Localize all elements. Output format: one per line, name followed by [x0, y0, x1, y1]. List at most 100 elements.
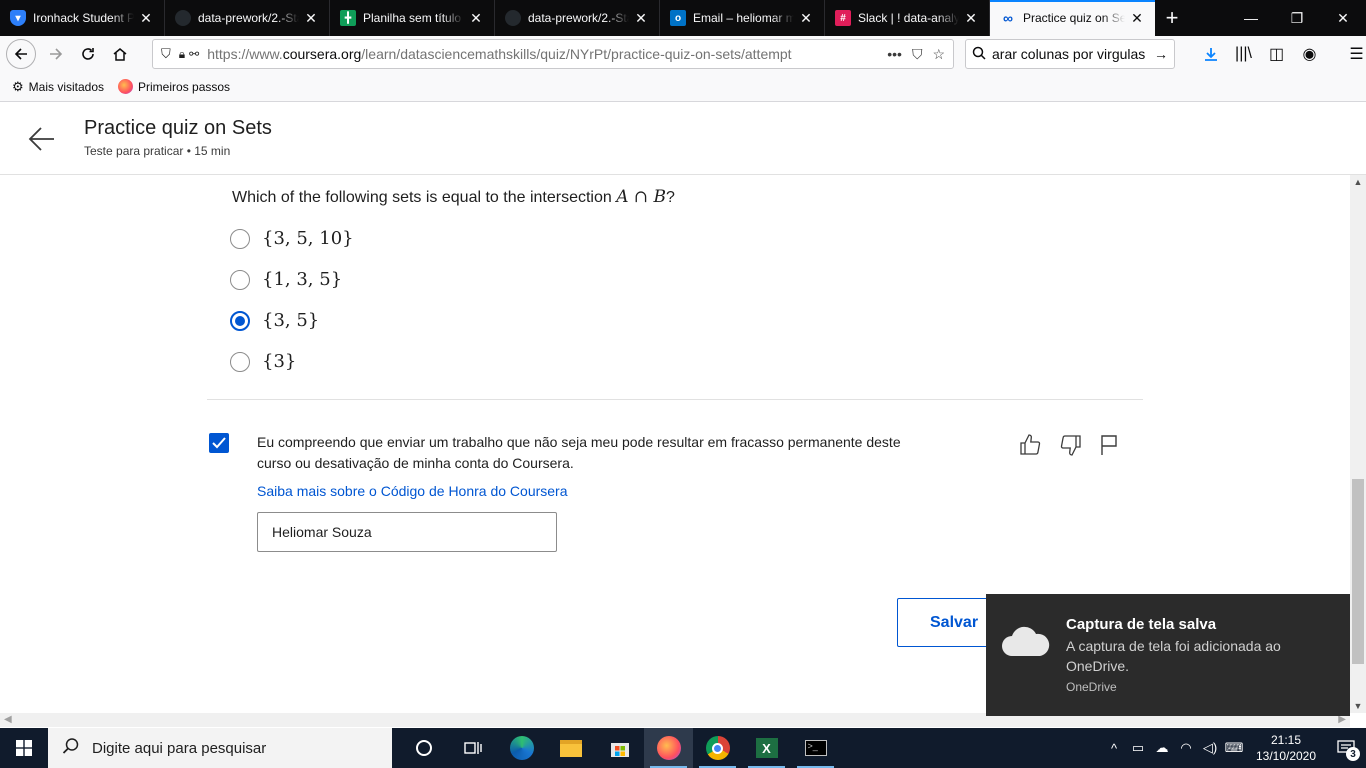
microsoft-store-icon[interactable] [595, 728, 644, 768]
sidebar-icon[interactable]: ◫ [1261, 38, 1292, 70]
wifi-icon[interactable]: ◠ [1174, 740, 1198, 756]
honor-code-text: Eu compreendo que enviar um trabalho que… [257, 434, 901, 471]
back-arrow-icon[interactable] [6, 39, 36, 69]
clock-date: 13/10/2020 [1255, 749, 1317, 763]
answer-option[interactable]: {1, 3, 5} [230, 269, 342, 290]
search-input[interactable]: arar colunas por virgulas [992, 46, 1154, 62]
radio-button[interactable] [230, 269, 250, 290]
excel-icon[interactable]: X [742, 728, 791, 768]
keyboard-icon[interactable]: ⌨ [1222, 740, 1246, 756]
search-go-arrow-icon[interactable]: → [1154, 46, 1168, 62]
browser-tab[interactable]: ▾ Ironhack Student Po ✕ [0, 0, 165, 36]
firefox-taskbar-icon[interactable] [644, 728, 693, 768]
browser-tab[interactable]: data-prework/2.-Sta ✕ [495, 0, 660, 36]
library-icon[interactable]: |||\ [1228, 38, 1259, 70]
radio-button[interactable] [230, 228, 250, 249]
url-text[interactable]: https://www.coursera.org/learn/datascien… [207, 46, 887, 62]
file-explorer-icon[interactable] [546, 728, 595, 768]
notification-toast[interactable]: Captura de tela salva A captura de tela … [986, 594, 1350, 716]
vertical-scrollbar[interactable]: ▲ ▼ [1350, 175, 1366, 713]
address-bar[interactable]: ⛉ 🔒︎ ⚯ https://www.coursera.org/learn/da… [152, 39, 954, 69]
tab-title: Ironhack Student Po [33, 11, 134, 25]
back-arrow-icon[interactable] [28, 124, 56, 154]
honor-code-link[interactable]: Saiba mais sobre o Código de Honra do Co… [257, 483, 568, 499]
bookmark-mais-visitados[interactable]: ⚙ Mais visitados [12, 79, 104, 95]
clock[interactable]: 21:15 13/10/2020 [1246, 732, 1326, 764]
scroll-up-icon[interactable]: ▲ [1350, 177, 1366, 187]
close-tab-icon[interactable]: ✕ [138, 10, 154, 27]
tab-title: Slack | ! data-analyt [858, 11, 959, 25]
coursera-infinity-icon: ∞ [1003, 10, 1013, 26]
forward-arrow-icon[interactable] [40, 38, 72, 70]
onedrive-tray-icon[interactable]: ☁ [1150, 740, 1174, 756]
search-bar[interactable]: arar colunas por virgulas → [965, 39, 1175, 69]
search-icon [972, 46, 986, 63]
task-view-icon[interactable] [448, 728, 497, 768]
reload-icon[interactable] [72, 38, 104, 70]
permissions-icon[interactable]: ⚯ [189, 47, 199, 61]
restore-icon[interactable]: ❐ [1274, 0, 1320, 36]
battery-icon[interactable]: ▭ [1126, 740, 1150, 756]
browser-tab[interactable]: # Slack | ! data-analyt ✕ [825, 0, 990, 36]
taskbar-search[interactable]: Digite aqui para pesquisar [48, 728, 392, 768]
honor-code-checkbox[interactable] [209, 433, 229, 453]
answer-option[interactable]: {3, 5, 10} [230, 228, 354, 249]
account-icon[interactable]: ◉ [1294, 38, 1325, 70]
option-label: {3, 5} [262, 310, 320, 331]
option-label: {3} [262, 351, 297, 372]
scroll-left-icon[interactable]: ◀ [4, 714, 12, 725]
download-icon[interactable] [1195, 38, 1226, 70]
notification-count-badge: 3 [1346, 747, 1360, 761]
google-sheets-icon: ╋ [340, 10, 356, 26]
shield-icon[interactable]: ⛉ [161, 46, 171, 62]
radio-button[interactable] [230, 351, 250, 372]
browser-tab[interactable]: ╋ Planilha sem título ✕ [330, 0, 495, 36]
thumbs-down-icon[interactable] [1059, 433, 1083, 457]
thumbs-up-icon[interactable] [1018, 433, 1042, 457]
system-tray: ^ ▭ ☁ ◠ ◁) ⌨ 21:15 13/10/2020 3 [1102, 728, 1366, 768]
question-text: Which of the following sets is equal to … [232, 187, 675, 207]
browser-tab[interactable]: data-prework/2.-Sta ✕ [165, 0, 330, 36]
answer-option[interactable]: {3} [230, 351, 296, 372]
lock-icon[interactable]: 🔒︎ [179, 47, 185, 62]
action-center-icon[interactable]: 3 [1326, 728, 1366, 768]
flag-icon[interactable] [1098, 433, 1122, 457]
bookmark-label: Mais visitados [28, 79, 105, 94]
minimize-icon[interactable]: — [1228, 0, 1274, 36]
pocket-icon[interactable]: ⛉ [912, 46, 923, 63]
slack-icon: # [835, 10, 851, 26]
scroll-down-icon[interactable]: ▼ [1350, 701, 1366, 711]
cortana-icon[interactable] [399, 728, 448, 768]
terminal-icon[interactable]: >_ [791, 728, 840, 768]
browser-tab[interactable]: o Email – heliomar m ✕ [660, 0, 825, 36]
close-tab-icon[interactable]: ✕ [303, 10, 319, 27]
close-tab-icon[interactable]: ✕ [633, 10, 649, 27]
question-prefix: Which of the following sets is equal to … [232, 189, 617, 206]
checkmark-icon [212, 437, 226, 449]
close-tab-icon[interactable]: ✕ [963, 10, 979, 27]
scrollbar-thumb[interactable] [1352, 479, 1364, 664]
close-tab-icon[interactable]: ✕ [1129, 10, 1145, 27]
window-controls: — ❐ ✕ [1228, 0, 1366, 36]
tab-title: Planilha sem título [363, 11, 462, 25]
close-tab-icon[interactable]: ✕ [798, 10, 814, 27]
quiz-header: Practice quiz on Sets Teste para pratica… [0, 102, 1366, 175]
windows-start-icon[interactable] [0, 728, 48, 768]
chrome-icon[interactable] [693, 728, 742, 768]
answer-option-selected[interactable]: {3, 5} [230, 310, 319, 331]
close-window-icon[interactable]: ✕ [1320, 0, 1366, 36]
signature-input[interactable]: Heliomar Souza [257, 512, 557, 552]
menu-icon[interactable]: ☰ [1341, 38, 1366, 70]
volume-icon[interactable]: ◁) [1198, 740, 1222, 756]
close-tab-icon[interactable]: ✕ [468, 10, 484, 27]
chevron-up-icon[interactable]: ^ [1102, 741, 1126, 756]
edge-icon[interactable] [497, 728, 546, 768]
bookmark-primeiros-passos[interactable]: Primeiros passos [118, 79, 230, 94]
home-icon[interactable] [104, 38, 136, 70]
browser-tab-active[interactable]: ∞ Practice quiz on Set ✕ [990, 0, 1155, 36]
new-tab-button[interactable]: + [1155, 0, 1189, 36]
page-title: Practice quiz on Sets [84, 117, 272, 139]
radio-button-selected[interactable] [230, 310, 250, 331]
bookmark-star-icon[interactable]: ☆ [932, 46, 945, 63]
page-actions-icon[interactable]: ••• [887, 46, 902, 63]
